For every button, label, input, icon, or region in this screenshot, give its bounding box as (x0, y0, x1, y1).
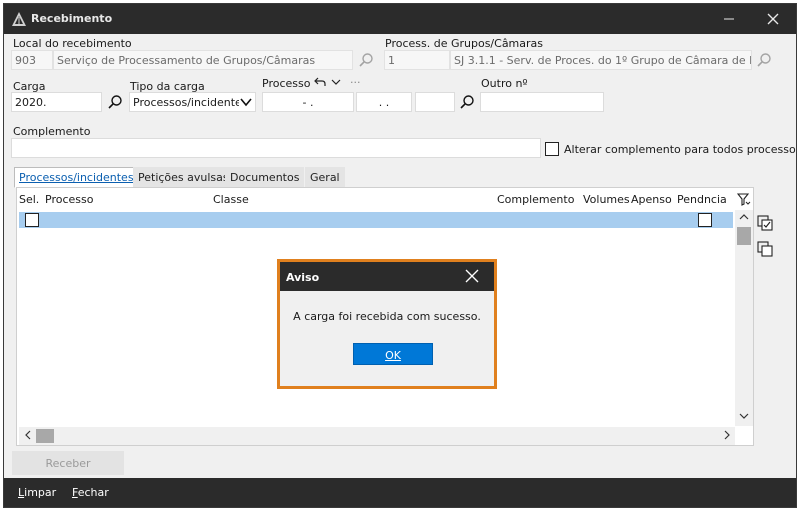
dialog-close-icon[interactable] (460, 266, 484, 286)
local-search-icon[interactable] (358, 52, 374, 68)
outro-field[interactable] (480, 92, 604, 112)
process-grupos-code-field[interactable]: 1 (384, 50, 450, 70)
table-row[interactable] (19, 212, 733, 228)
footer-bar: Limpar Fechar (4, 478, 796, 507)
recebimento-window: Recebimento Local do recebimento 903 Ser… (3, 3, 797, 508)
tab-peticoes-avulsas[interactable]: Petições avulsas (133, 167, 234, 187)
aviso-dialog: Aviso A carga foi recebida com sucesso. … (277, 259, 497, 389)
horizontal-scroll-thumb[interactable] (36, 429, 54, 443)
col-pendencia[interactable]: Pendncia (677, 193, 727, 206)
vertical-scrollbar[interactable] (735, 210, 753, 426)
scroll-left-icon[interactable] (22, 430, 34, 442)
alterar-complemento-label: Alterar complemento para todos processos (564, 143, 797, 156)
horizontal-scrollbar[interactable] (19, 427, 735, 445)
chevron-down-icon (239, 95, 253, 109)
outro-label: Outro nº (481, 77, 528, 90)
close-icon (767, 13, 779, 25)
tab-processos-incidentes[interactable]: Processos/incidentes (14, 167, 139, 188)
receber-button[interactable]: Receber (12, 451, 124, 475)
col-classe[interactable]: Classe (213, 193, 249, 206)
complemento-label: Complemento (13, 125, 91, 138)
ok-button[interactable]: OK (353, 343, 433, 365)
close-button[interactable] (751, 4, 795, 34)
select-all-icon[interactable] (756, 214, 774, 232)
process-grupos-search-icon[interactable] (756, 52, 772, 68)
processo-field-3[interactable] (415, 92, 455, 112)
grid-header: Sel. Processo Classe Complemento Volumes… (17, 188, 753, 210)
title-bar: Recebimento (4, 4, 796, 34)
scroll-down-icon[interactable] (738, 412, 750, 424)
processo-more-icon[interactable]: ··· (350, 76, 361, 89)
col-apenso[interactable]: Apenso (631, 193, 672, 206)
carga-search-icon[interactable] (107, 94, 123, 110)
scroll-up-icon[interactable] (738, 213, 750, 225)
chevron-down-icon[interactable] (330, 76, 342, 88)
dialog-title: Aviso (286, 271, 320, 284)
process-grupos-label: Process. de Grupos/Câmaras (385, 37, 544, 50)
limpar-button[interactable]: Limpar (18, 486, 56, 499)
tipo-carga-select[interactable]: Processos/incidentes (129, 92, 256, 112)
fechar-button[interactable]: Fechar (72, 486, 109, 499)
filter-icon[interactable] (737, 193, 751, 207)
row-pendencia-checkbox[interactable] (698, 213, 712, 227)
tab-geral[interactable]: Geral (305, 167, 345, 187)
dialog-message: A carga foi recebida com sucesso. (293, 310, 481, 323)
vertical-scroll-thumb[interactable] (737, 227, 751, 245)
local-label: Local do recebimento (13, 37, 132, 50)
complemento-field[interactable] (11, 138, 541, 158)
minimize-button[interactable] (707, 4, 751, 34)
dialog-title-bar: Aviso (280, 262, 494, 291)
processo-label: Processo (262, 77, 311, 90)
processo-search-icon[interactable] (459, 94, 475, 110)
tipo-carga-value: Processos/incidentes (133, 96, 248, 109)
scroll-right-icon[interactable] (721, 430, 733, 442)
col-processo[interactable]: Processo (45, 193, 93, 206)
undo-icon[interactable] (313, 76, 327, 88)
app-logo-icon (12, 12, 26, 26)
col-complemento[interactable]: Complemento (497, 193, 574, 206)
alterar-complemento-checkbox[interactable] (545, 142, 559, 156)
tab-documentos[interactable]: Documentos (225, 167, 305, 187)
minimize-icon (724, 18, 734, 20)
processo-field-2[interactable]: . . (356, 92, 412, 112)
process-grupos-name-field[interactable]: SJ 3.1.1 - Serv. de Proces. do 1º Grupo … (450, 50, 752, 70)
carga-field[interactable]: 2020. (11, 92, 102, 112)
col-sel[interactable]: Sel. (19, 193, 39, 206)
processo-field-1[interactable]: - . (262, 92, 354, 112)
window-title: Recebimento (31, 12, 113, 25)
deselect-all-icon[interactable] (756, 240, 774, 258)
row-select-checkbox[interactable] (25, 213, 39, 227)
col-volumes[interactable]: Volumes (583, 193, 630, 206)
local-name-field[interactable]: Serviço de Processamento de Grupos/Câmar… (53, 50, 353, 70)
local-code-field[interactable]: 903 (11, 50, 53, 70)
